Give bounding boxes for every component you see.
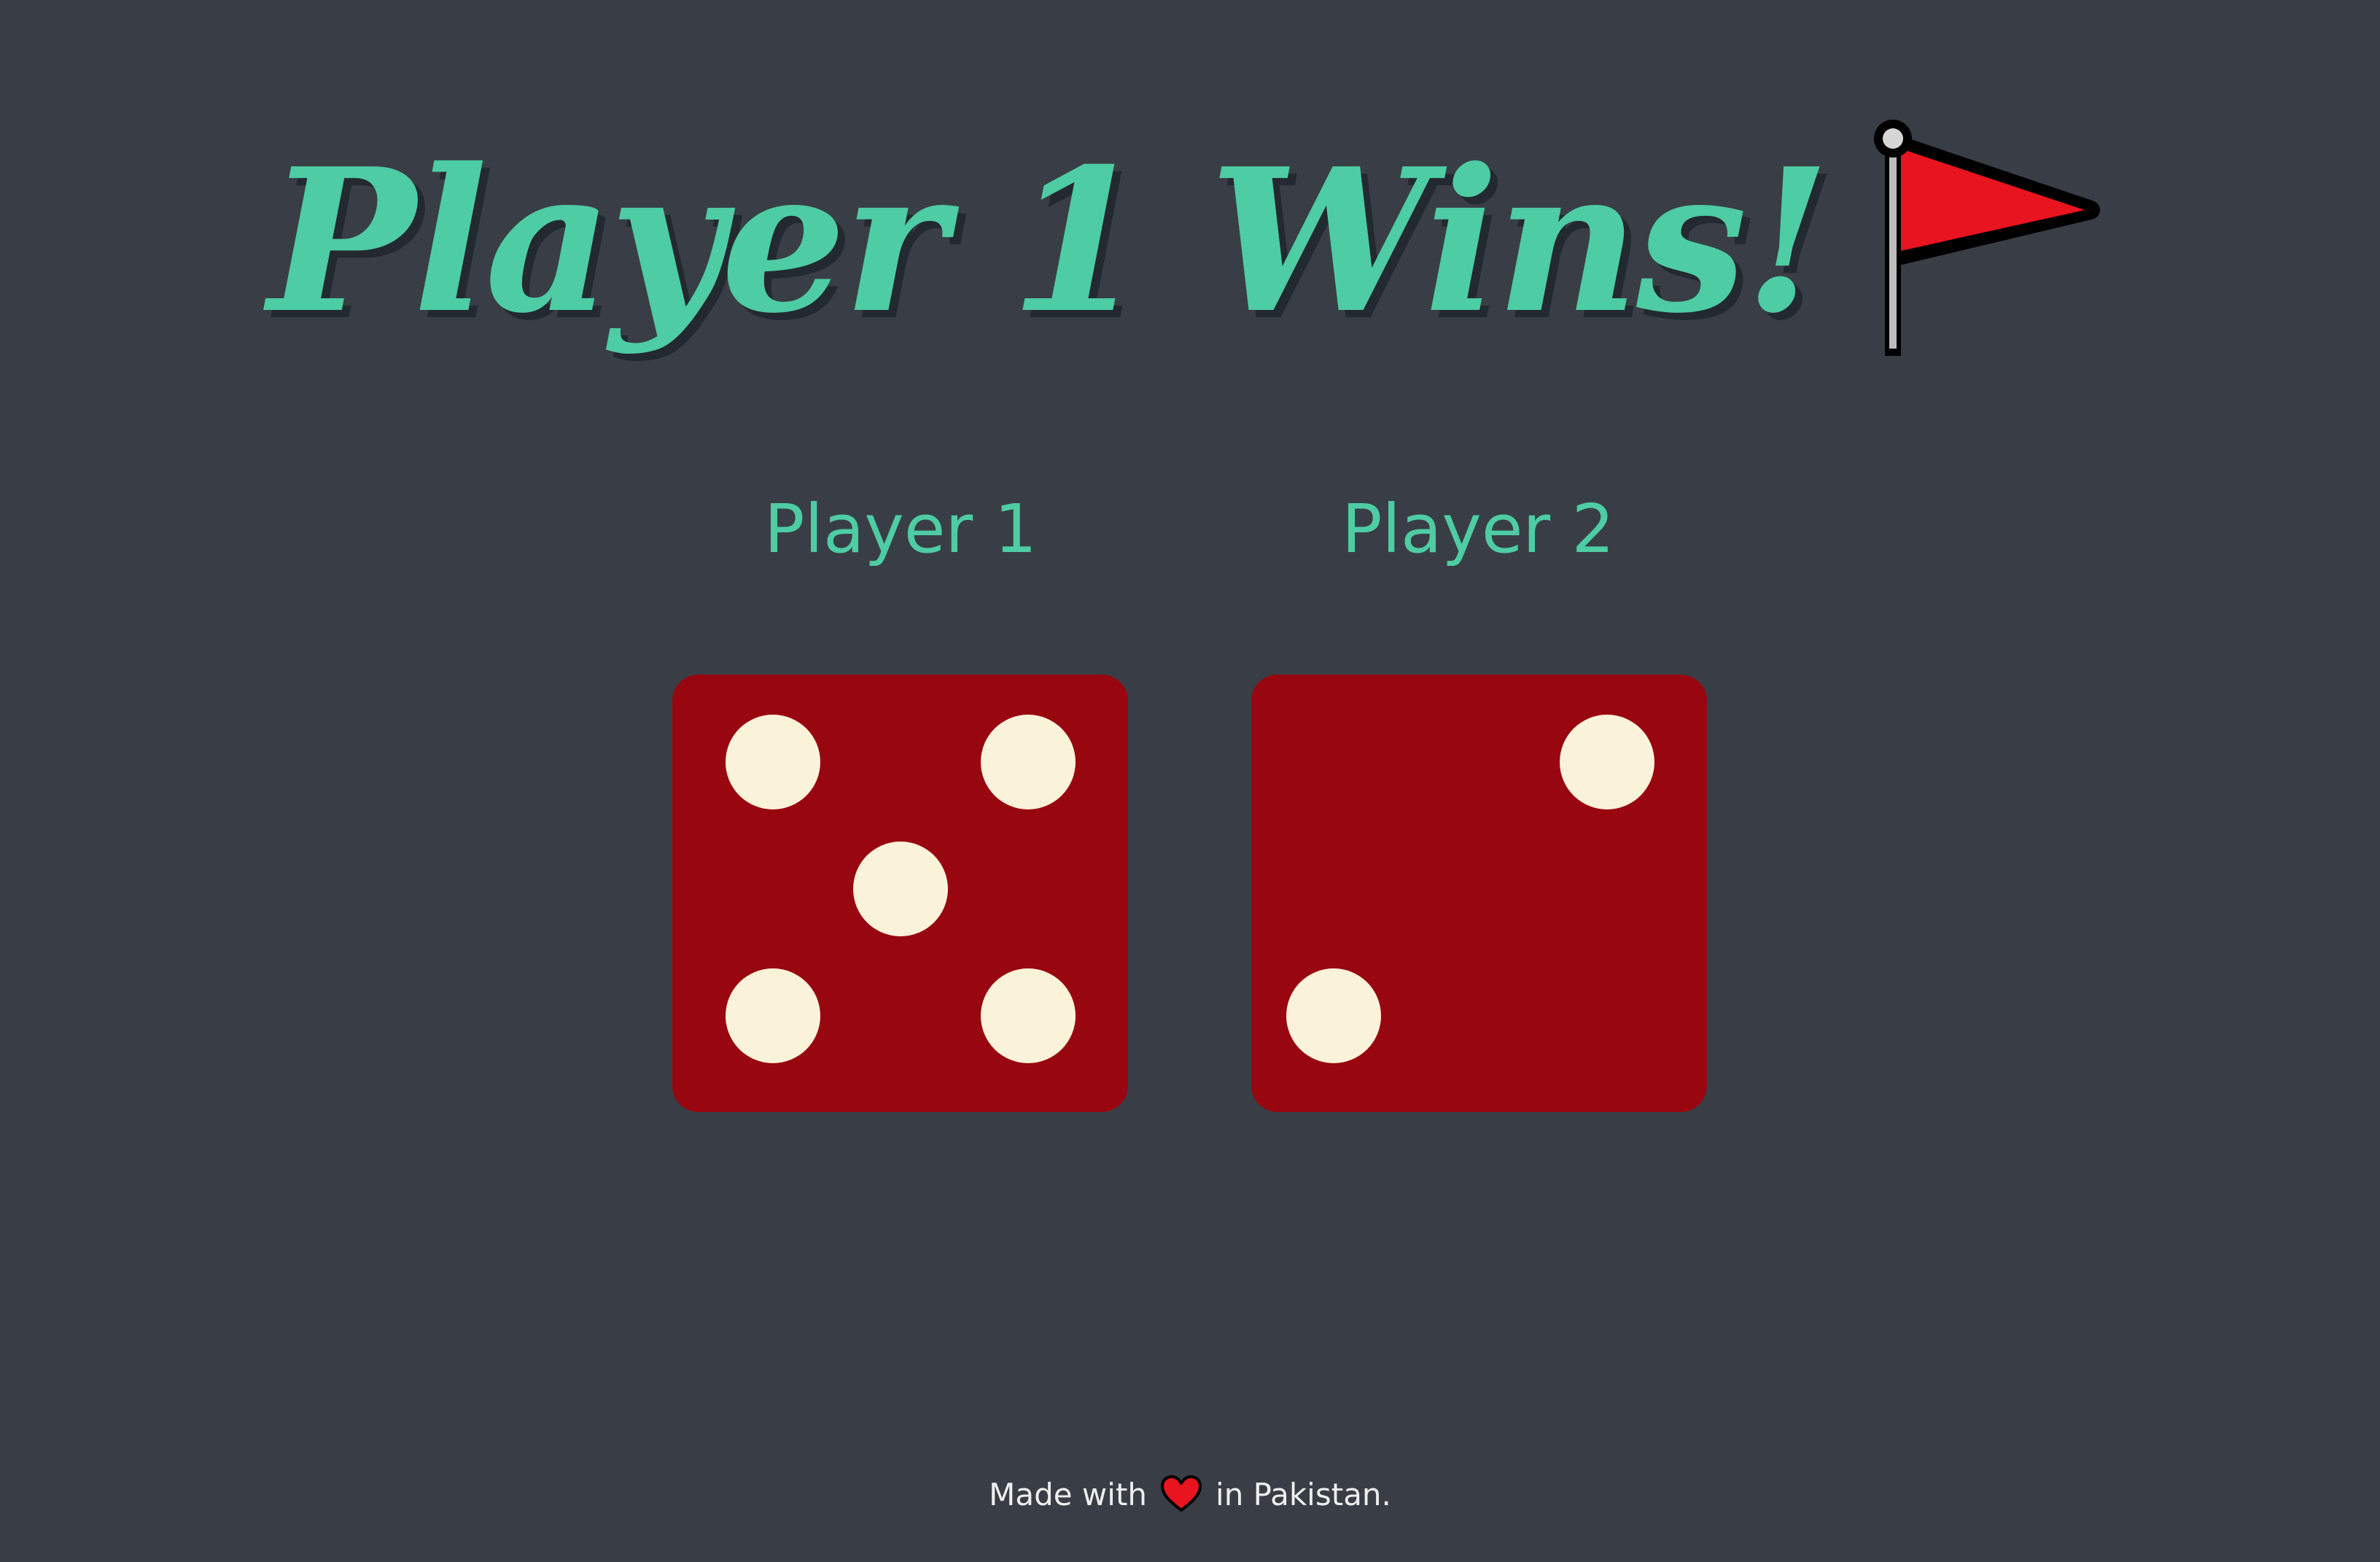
player-2-die: [1251, 675, 1707, 1112]
die-pip: [725, 968, 820, 1063]
footer: Made with in Pakistan.: [0, 1474, 2380, 1514]
player-2-label: Player 2: [1341, 490, 1615, 568]
die-pip: [852, 842, 948, 936]
footer-suffix: in Pakistan.: [1216, 1477, 1391, 1512]
title-row: Player 1 Wins!: [0, 109, 2380, 372]
die-pip: [980, 715, 1076, 809]
page-title: Player 1 Wins!: [268, 125, 1830, 357]
die-pip: [1559, 715, 1654, 809]
player-1-die: [672, 675, 1128, 1112]
die-pip: [1286, 968, 1381, 1063]
footer-prefix: Made with: [989, 1477, 1148, 1512]
red-flag-icon: [1873, 120, 2100, 356]
die-pip: [980, 968, 1076, 1063]
heart-icon: [1161, 1475, 1202, 1512]
player-1-label: Player 1: [763, 490, 1038, 568]
die-pip: [725, 715, 820, 809]
